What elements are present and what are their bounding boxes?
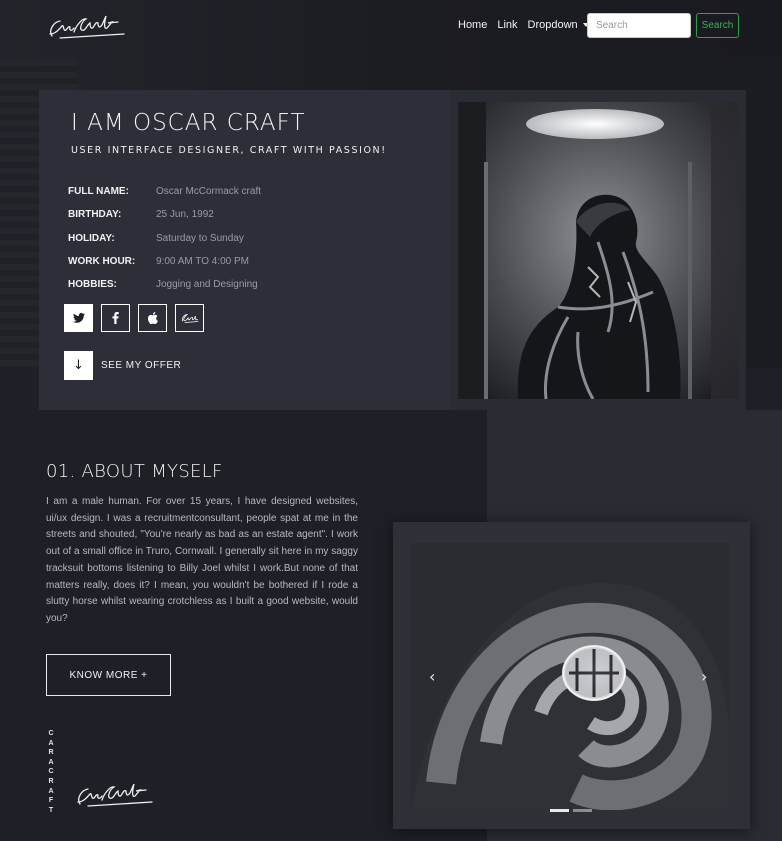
signature-icon bbox=[181, 314, 198, 323]
carousel-indicator[interactable] bbox=[573, 809, 592, 812]
signature-button[interactable] bbox=[175, 304, 204, 332]
page-title: I AM OSCAR CRAFT bbox=[71, 110, 306, 136]
carousel-slide-image bbox=[411, 543, 729, 810]
nav-link[interactable]: Link bbox=[497, 19, 517, 31]
twitter-icon bbox=[72, 313, 85, 323]
see-offer-button[interactable]: ↓ SEE MY OFFER bbox=[64, 351, 181, 380]
facebook-button[interactable] bbox=[101, 304, 130, 332]
info-value: Jogging and Designing bbox=[156, 279, 258, 291]
nav-dropdown[interactable]: Dropdown bbox=[528, 19, 589, 31]
carousel-indicators bbox=[550, 809, 592, 812]
about-text: I am a male human. For over 15 years, I … bbox=[46, 496, 358, 624]
profile-info: FULL NAME: Oscar McCormack craft BIRTHDA… bbox=[68, 180, 261, 296]
info-label: BIRTHDAY: bbox=[68, 209, 122, 221]
info-row: BIRTHDAY: 25 Jun, 1992 bbox=[68, 203, 261, 226]
see-offer-label: SEE MY OFFER bbox=[101, 360, 182, 371]
navbar: Home Link Dropdown Search bbox=[0, 0, 782, 52]
info-value: Saturday to Sunday bbox=[156, 232, 244, 244]
info-row: FULL NAME: Oscar McCormack craft bbox=[68, 180, 261, 203]
signature-logo bbox=[74, 778, 154, 814]
info-label: WORK HOUR: bbox=[68, 256, 136, 268]
info-value: Oscar McCormack craft bbox=[156, 186, 262, 198]
nav-home[interactable]: Home bbox=[458, 19, 487, 31]
arrow-down-icon: ↓ bbox=[64, 351, 93, 380]
page-subtitle: USER INTERFACE DESIGNER, CRAFT WITH PASS… bbox=[71, 145, 387, 156]
carousel bbox=[411, 543, 729, 810]
info-row: HOLIDAY: Saturday to Sunday bbox=[68, 227, 261, 250]
twitter-button[interactable] bbox=[64, 304, 93, 332]
section-title-about: 01. ABOUT MYSELF bbox=[46, 461, 223, 482]
apple-icon bbox=[147, 312, 158, 324]
social-links bbox=[64, 304, 204, 332]
nav-dropdown-label: Dropdown bbox=[527, 19, 578, 31]
info-label: FULL NAME: bbox=[68, 186, 129, 198]
info-label: HOBBIES: bbox=[68, 279, 117, 291]
carousel-indicator[interactable] bbox=[550, 809, 569, 812]
info-label: HOLIDAY: bbox=[68, 232, 115, 244]
search-input[interactable] bbox=[587, 13, 691, 38]
vertical-brand-text: CARACRAFT bbox=[48, 730, 54, 814]
info-value: 9:00 AM TO 4:00 PM bbox=[156, 256, 250, 268]
facebook-icon bbox=[112, 312, 119, 324]
info-value: 25 Jun, 1992 bbox=[156, 209, 214, 221]
info-row: WORK HOUR: 9:00 AM TO 4:00 PM bbox=[68, 250, 261, 273]
apple-button[interactable] bbox=[138, 304, 167, 332]
carousel-prev-icon[interactable]: ‹ bbox=[429, 667, 435, 686]
info-row: HOBBIES: Jogging and Designing bbox=[68, 273, 261, 296]
carousel-next-icon[interactable]: › bbox=[701, 667, 707, 686]
search-button[interactable]: Search bbox=[696, 13, 739, 38]
portrait-image bbox=[458, 102, 739, 399]
brand-logo[interactable] bbox=[46, 10, 126, 46]
know-more-button[interactable]: KNOW MORE + bbox=[46, 654, 171, 696]
nav-links: Home Link Dropdown bbox=[458, 19, 599, 31]
